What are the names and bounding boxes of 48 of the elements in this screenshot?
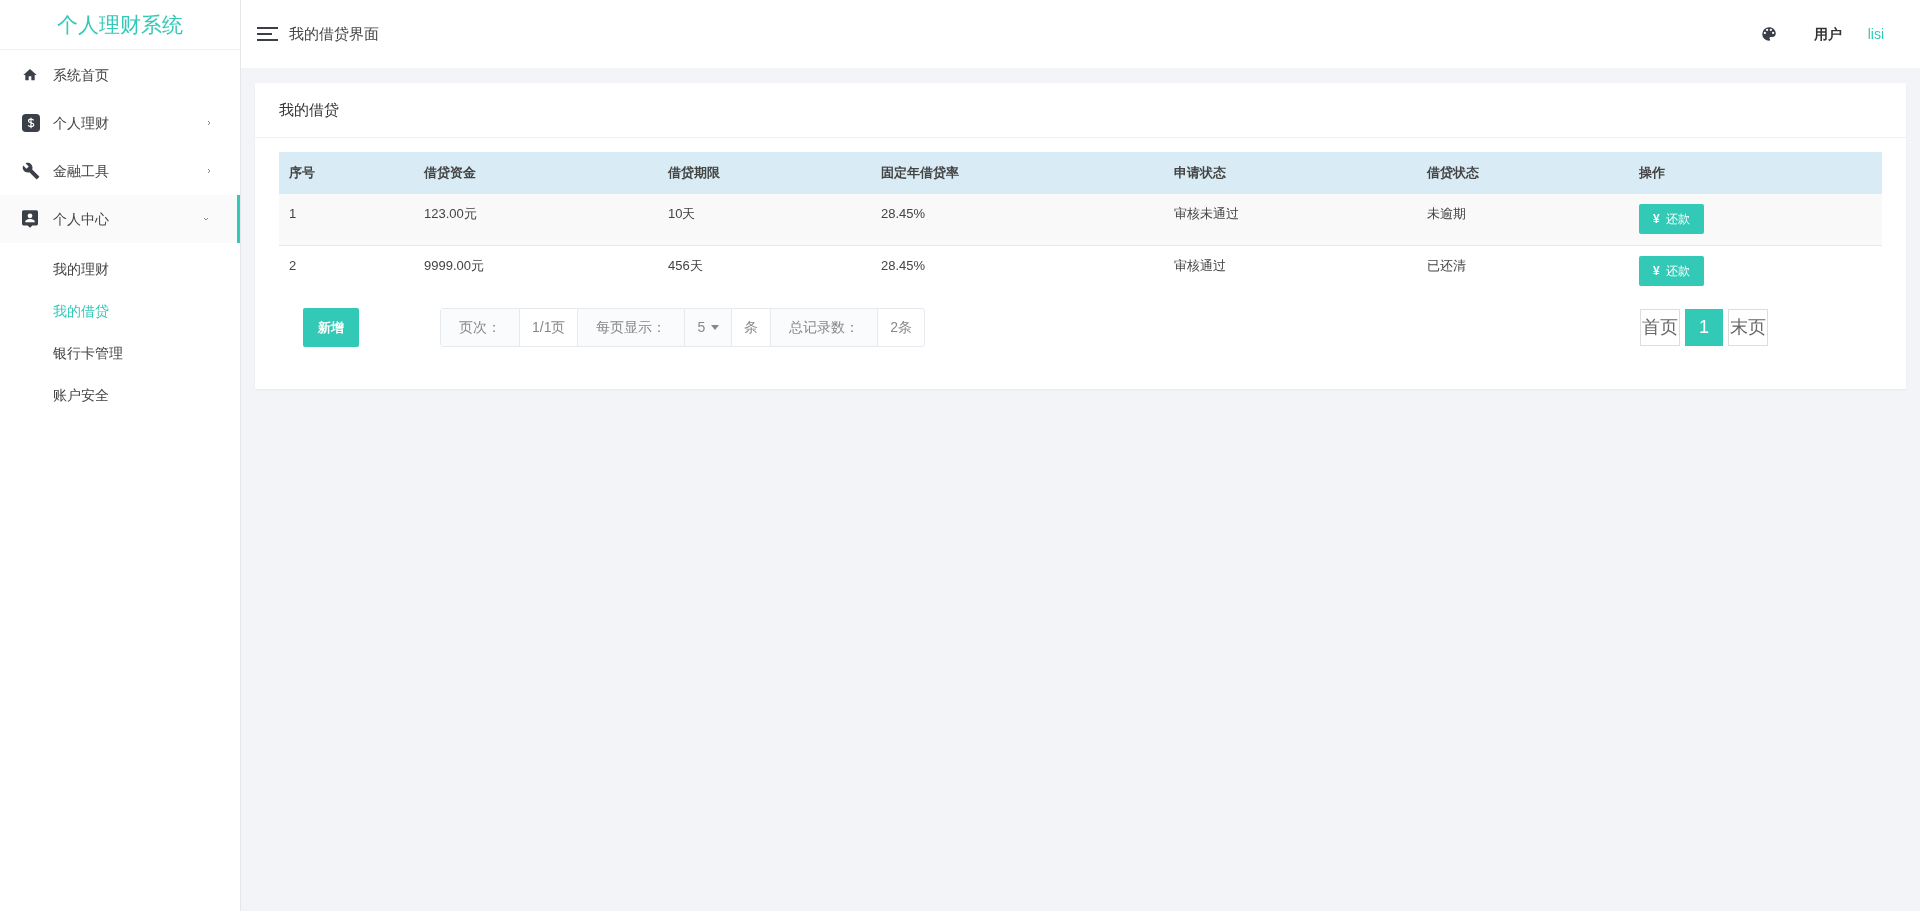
submenu-item[interactable]: 账户安全	[53, 384, 109, 406]
column-header: 借贷期限	[668, 165, 720, 181]
table-cell: 2	[289, 257, 297, 273]
sidebar-item[interactable]: 金融工具	[0, 147, 240, 195]
pager-button[interactable]: 末页	[1728, 309, 1768, 346]
user-label: 用户	[1813, 24, 1842, 44]
pager-button[interactable]: 首页	[1640, 309, 1680, 346]
submenu-item[interactable]: 我的理财	[53, 258, 109, 280]
caret-icon	[711, 325, 720, 330]
table-cell: 审核未通过	[1174, 206, 1239, 221]
table-cell: 28.45%	[881, 206, 926, 221]
sidebar-item[interactable]: 个人理财	[0, 99, 240, 147]
contact-card-icon	[22, 210, 38, 228]
app-title: 个人理财系统	[57, 11, 183, 38]
home-icon	[22, 67, 38, 83]
sidebar-item[interactable]: 个人中心	[0, 195, 240, 243]
page-info-label: 总记录数：	[788, 318, 861, 337]
dollar-icon	[22, 114, 40, 132]
submenu-item[interactable]: 银行卡管理	[53, 342, 123, 364]
palette-icon[interactable]	[1759, 25, 1778, 43]
table-cell: 28.45%	[881, 257, 926, 273]
table-cell: 123.00元	[424, 206, 477, 221]
page-title: 我的借贷界面	[289, 23, 379, 44]
table-cell: 审核通过	[1174, 257, 1226, 273]
column-header: 固定年借贷率	[881, 165, 959, 181]
column-header: 操作	[1639, 165, 1665, 181]
page-info-label: 页次：	[458, 318, 502, 337]
column-header: 序号	[289, 165, 315, 181]
page-info-value: 1/1页	[532, 318, 566, 337]
column-header: 借贷状态	[1427, 165, 1479, 181]
page-info-value: 2条	[890, 318, 913, 337]
table-cell: 456天	[668, 257, 703, 273]
chevron-right-icon	[206, 120, 212, 126]
table-cell: 已还清	[1427, 257, 1466, 273]
wrench-icon	[22, 162, 40, 180]
chevron-down-icon	[203, 216, 209, 222]
column-header: 借贷资金	[424, 165, 476, 181]
card-title: 我的借贷	[279, 99, 339, 120]
page-info-label: 每页显示：	[595, 318, 668, 337]
table-cell: 10天	[668, 206, 696, 221]
menu-icon[interactable]	[257, 27, 278, 41]
chevron-right-icon	[206, 168, 212, 174]
table-cell: 9999.00元	[424, 257, 484, 273]
column-header: 申请状态	[1174, 165, 1226, 181]
table-cell: 未逾期	[1427, 206, 1466, 221]
sidebar-item[interactable]: 系统首页	[0, 51, 240, 99]
table-cell: 1	[289, 206, 297, 221]
page-info-value: 条	[744, 318, 759, 337]
